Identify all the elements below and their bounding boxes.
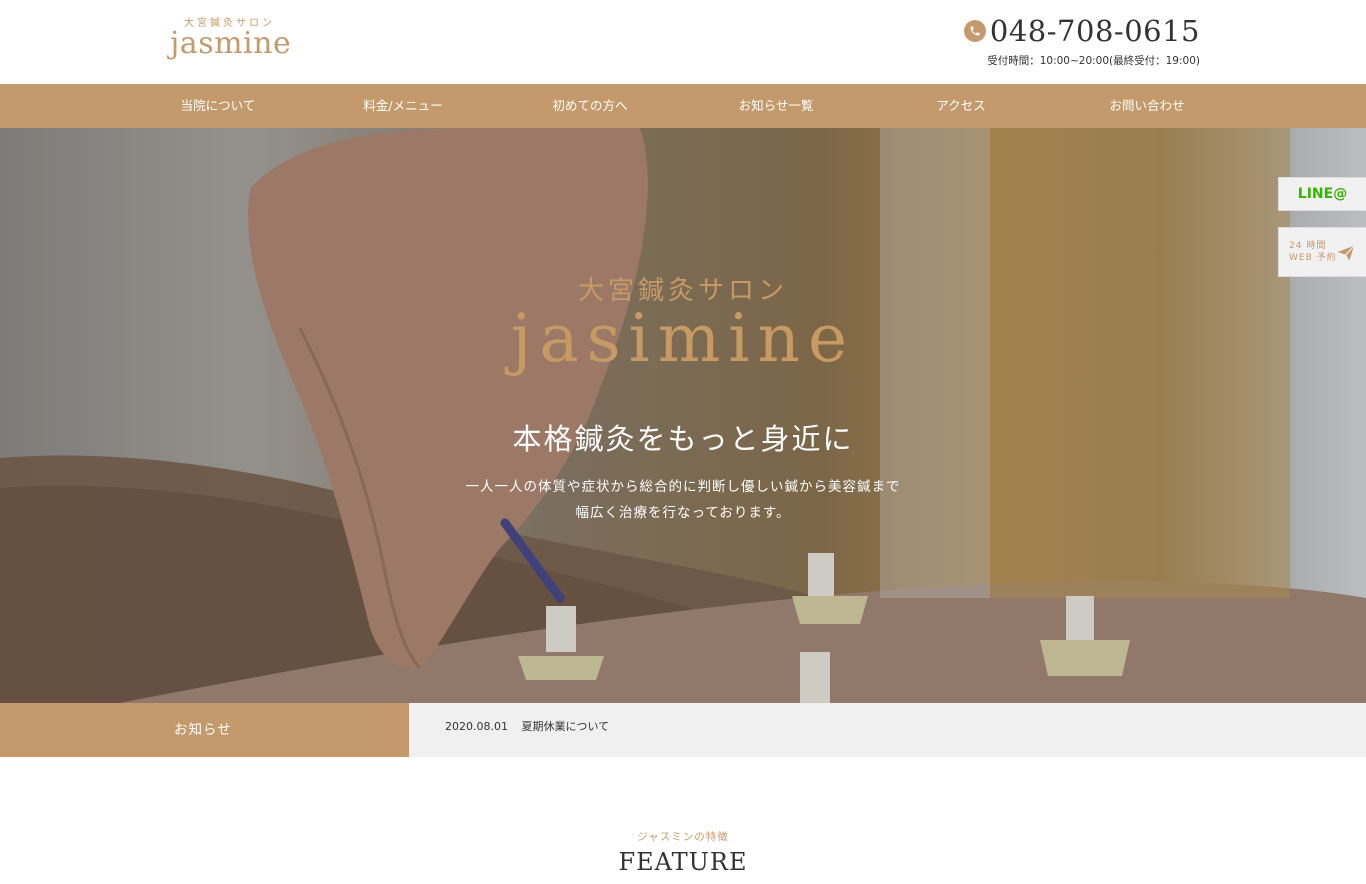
phone-icon bbox=[963, 20, 986, 42]
nav-item-contact[interactable]: お問い合わせ bbox=[1067, 84, 1227, 128]
nav-item-first-time[interactable]: 初めての方へ bbox=[510, 84, 670, 128]
phone-number[interactable]: 048-708-0615 bbox=[990, 14, 1200, 48]
news-date: 2020.08.01 bbox=[445, 720, 508, 733]
logo-wordmark: jasmine bbox=[170, 26, 292, 61]
hero-headline: 本格鍼灸をもっと身近に bbox=[512, 422, 854, 456]
hero-description-line-2: 幅広く治療を行なっております。 bbox=[575, 505, 791, 521]
nav-item-access[interactable]: アクセス bbox=[881, 84, 1041, 128]
news-label: お知らせ bbox=[0, 703, 409, 757]
nav-item-news-list[interactable]: お知らせ一覧 bbox=[696, 84, 856, 128]
hero-description-line-1: 一人一人の体質や症状から総合的に判断し優しい鍼から美容鍼まで bbox=[465, 479, 901, 495]
web-reservation-button[interactable]: 24 時間 WEB 予約 bbox=[1278, 227, 1366, 277]
hero-brand: jasimine bbox=[510, 300, 856, 377]
phone-contact: 048-708-0615 受付時間：10:00~20:00(最終受付：19:00… bbox=[963, 14, 1200, 68]
nav-item-menu[interactable]: 料金/メニュー bbox=[323, 84, 483, 128]
hero-description: 一人一人の体質や症状から総合的に判断し優しい鍼から美容鍼まで 幅広く治療を行なっ… bbox=[0, 474, 1366, 526]
site-header: 大宮鍼灸サロン jasmine 048-708-0615 受付時間：10:00~… bbox=[0, 0, 1366, 84]
web-reservation-line-2: WEB 予約 bbox=[1289, 253, 1337, 263]
news-title[interactable]: 夏期休業について bbox=[521, 720, 609, 733]
hero-section: 大宮鍼灸サロン jasimine 本格鍼灸をもっと身近に 一人一人の体質や症状か… bbox=[0, 128, 1366, 703]
news-item[interactable]: 2020.08.01 夏期休業について bbox=[409, 703, 1366, 757]
web-reservation-label: 24 時間 WEB 予約 bbox=[1289, 240, 1337, 264]
paper-plane-icon bbox=[1336, 243, 1356, 263]
reception-hours: 受付時間：10:00~20:00(最終受付：19:00) bbox=[987, 55, 1200, 67]
line-button[interactable]: LINE@ bbox=[1278, 177, 1366, 211]
feature-title: FEATURE bbox=[618, 848, 748, 876]
nav-item-about[interactable]: 当院について bbox=[138, 84, 298, 128]
main-nav: 当院について 料金/メニュー 初めての方へ お知らせ一覧 アクセス お問い合わせ bbox=[0, 84, 1366, 128]
feature-subtitle: ジャスミンの特徴 bbox=[637, 831, 729, 843]
site-logo[interactable]: 大宮鍼灸サロン jasmine bbox=[170, 14, 292, 70]
web-reservation-line-1: 24 時間 bbox=[1289, 241, 1327, 251]
